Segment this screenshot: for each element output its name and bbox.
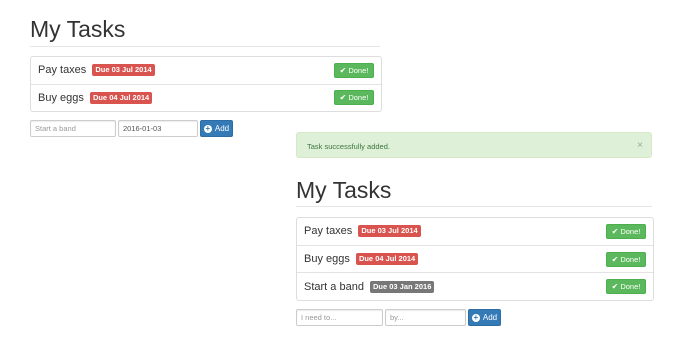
task-row: Start a band Due 03 Jan 2016 ✔ Done! xyxy=(297,272,653,300)
task-input[interactable] xyxy=(296,309,383,326)
done-button-label: Done! xyxy=(620,227,641,236)
task-row: Buy eggs Due 04 Jul 2014 ✔ Done! xyxy=(297,245,653,272)
check-icon: ✔ xyxy=(339,93,347,102)
add-button-label: Add xyxy=(482,313,498,322)
check-icon: ✔ xyxy=(611,282,619,291)
task-name: Start a band xyxy=(304,281,364,293)
task-name: Pay taxes xyxy=(38,64,87,76)
success-alert: Task successfully added. × xyxy=(296,132,652,158)
done-button-label: Done! xyxy=(348,66,369,75)
task-name: Buy eggs xyxy=(38,92,84,104)
due-badge: Due 03 Jul 2014 xyxy=(358,225,421,237)
due-badge: Due 03 Jan 2016 xyxy=(370,281,435,293)
due-badge: Due 04 Jul 2014 xyxy=(89,92,153,104)
page-title: My Tasks xyxy=(296,177,392,203)
task-row: Pay taxes Due 03 Jul 2014 ✔ Done! xyxy=(297,218,653,245)
due-badge: Due 03 Jul 2014 xyxy=(92,64,155,76)
check-icon: ✔ xyxy=(611,255,619,264)
done-button[interactable]: ✔ Done! xyxy=(606,279,646,294)
date-input[interactable] xyxy=(385,309,466,326)
task-name: Pay taxes xyxy=(304,225,353,237)
task-list: Pay taxes Due 03 Jul 2014 ✔ Done! Buy eg… xyxy=(296,217,654,301)
plus-circle-icon: + xyxy=(471,312,480,322)
add-button-label: Add xyxy=(214,124,230,133)
done-button[interactable]: ✔ Done! xyxy=(334,90,374,105)
task-row: Pay taxes Due 03 Jul 2014 ✔ Done! xyxy=(31,57,381,84)
done-button-label: Done! xyxy=(348,93,369,102)
alert-message: Task successfully added. xyxy=(307,142,390,151)
check-icon: ✔ xyxy=(339,66,347,75)
add-button[interactable]: + Add xyxy=(200,120,233,137)
due-badge: Due 04 Jul 2014 xyxy=(355,253,419,265)
done-button-label: Done! xyxy=(620,282,641,291)
page-title: My Tasks xyxy=(30,16,126,42)
check-icon: ✔ xyxy=(611,227,619,236)
done-button[interactable]: ✔ Done! xyxy=(606,224,646,239)
close-icon[interactable]: × xyxy=(637,140,643,151)
task-name: Buy eggs xyxy=(304,253,350,265)
task-list: Pay taxes Due 03 Jul 2014 ✔ Done! Buy eg… xyxy=(30,56,382,112)
done-button[interactable]: ✔ Done! xyxy=(606,252,646,267)
done-button[interactable]: ✔ Done! xyxy=(334,63,374,78)
add-button[interactable]: + Add xyxy=(468,309,501,326)
task-row: Buy eggs Due 04 Jul 2014 ✔ Done! xyxy=(31,84,381,111)
date-input[interactable] xyxy=(118,120,198,137)
done-button-label: Done! xyxy=(620,255,641,264)
title-divider xyxy=(296,206,652,207)
plus-circle-icon: + xyxy=(203,123,212,133)
title-divider xyxy=(30,46,380,47)
task-input[interactable] xyxy=(30,120,116,137)
